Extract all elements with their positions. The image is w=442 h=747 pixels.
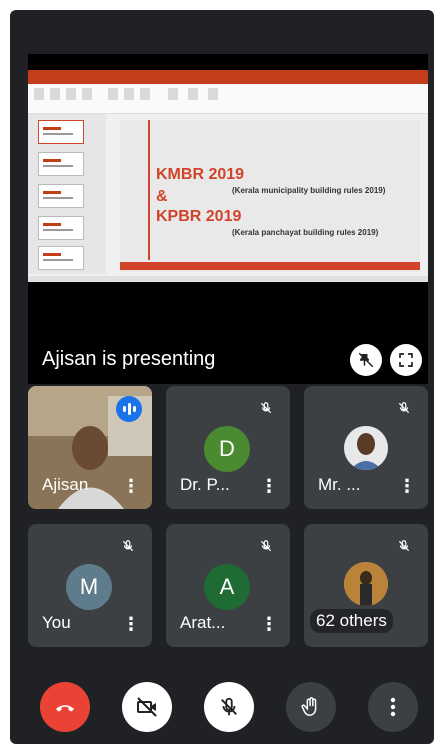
slide-thumbnail xyxy=(38,120,84,144)
slide-thumbnail xyxy=(38,216,84,240)
ppt-ribbon xyxy=(28,84,428,114)
more-options-icon[interactable]: ⋮ xyxy=(260,615,278,633)
slide-thumbnails xyxy=(28,114,106,274)
slide-divider xyxy=(148,120,150,260)
participant-name: Arat... xyxy=(180,613,226,632)
participant-name: Mr. ... xyxy=(318,475,361,494)
slide-title-kpbr: KPBR 2019 xyxy=(156,208,242,225)
ppt-statusbar xyxy=(28,276,428,282)
fullscreen-icon xyxy=(399,353,413,367)
avatar: M xyxy=(66,564,112,610)
screen-share: KMBR 2019 (Kerala municipality building … xyxy=(28,54,428,384)
mic-toggle-button[interactable] xyxy=(204,682,254,732)
end-call-button[interactable] xyxy=(40,682,90,732)
raise-hand-button[interactable] xyxy=(286,682,336,732)
mic-off-icon xyxy=(221,697,237,716)
presenting-label: Ajisan is presenting xyxy=(42,348,216,370)
avatar: D xyxy=(204,426,250,472)
more-options-button[interactable] xyxy=(368,682,418,732)
current-slide: KMBR 2019 (Kerala municipality building … xyxy=(120,120,420,272)
end-call-icon xyxy=(56,705,74,712)
ppt-titlebar xyxy=(28,70,428,77)
participant-tile-you[interactable]: M You ⋮ xyxy=(28,524,152,647)
camera-toggle-button[interactable] xyxy=(122,682,172,732)
participant-tile-dr-p[interactable]: D Dr. P... ⋮ xyxy=(166,386,290,509)
hand-icon xyxy=(301,697,317,716)
camera-off-icon xyxy=(137,697,157,717)
avatar-photo xyxy=(344,562,388,606)
mic-off-icon xyxy=(254,534,278,558)
ppt-tabs xyxy=(28,77,428,84)
mic-off-icon xyxy=(116,534,140,558)
others-count: 62 others xyxy=(310,609,393,633)
speaking-indicator-icon xyxy=(116,396,142,422)
slide-subtitle-kmbr: (Kerala municipality building rules 2019… xyxy=(232,186,386,195)
slide-thumbnail xyxy=(38,184,84,208)
powerpoint-window: KMBR 2019 (Kerala municipality building … xyxy=(28,70,428,282)
more-options-icon[interactable]: ⋮ xyxy=(260,477,278,495)
more-options-icon[interactable]: ⋮ xyxy=(122,615,140,633)
participant-tile-arat[interactable]: A Arat... ⋮ xyxy=(166,524,290,647)
participant-name: Dr. P... xyxy=(180,475,230,494)
scroll-indicator[interactable] xyxy=(434,170,438,198)
avatar-photo xyxy=(344,426,388,470)
mic-off-icon xyxy=(392,534,416,558)
meet-window: KMBR 2019 (Kerala municipality building … xyxy=(10,10,434,744)
mic-off-icon xyxy=(392,396,416,420)
more-options-icon[interactable]: ⋮ xyxy=(398,477,416,495)
slide-ampersand: & xyxy=(156,188,168,205)
slide-footer xyxy=(120,262,420,270)
more-options-icon[interactable]: ⋮ xyxy=(122,477,140,495)
participant-tile-others[interactable]: 62 others xyxy=(304,524,428,647)
slide-title-kmbr: KMBR 2019 xyxy=(156,166,245,183)
slide-thumbnail xyxy=(38,246,84,270)
unpin-button[interactable] xyxy=(350,344,382,376)
participant-tile-mr[interactable]: Mr. ... ⋮ xyxy=(304,386,428,509)
mic-off-icon xyxy=(254,396,278,420)
slide-thumbnail xyxy=(38,152,84,176)
avatar: A xyxy=(204,564,250,610)
participant-name: You xyxy=(42,613,71,632)
participant-tile-ajisan[interactable]: Ajisan ⋮ xyxy=(28,386,152,509)
fullscreen-button[interactable] xyxy=(390,344,422,376)
participant-name: Ajisan xyxy=(42,475,89,494)
slide-subtitle-kpbr: (Kerala panchayat building rules 2019) xyxy=(232,228,379,237)
more-vert-icon xyxy=(390,697,396,717)
unpin-icon xyxy=(358,352,374,368)
